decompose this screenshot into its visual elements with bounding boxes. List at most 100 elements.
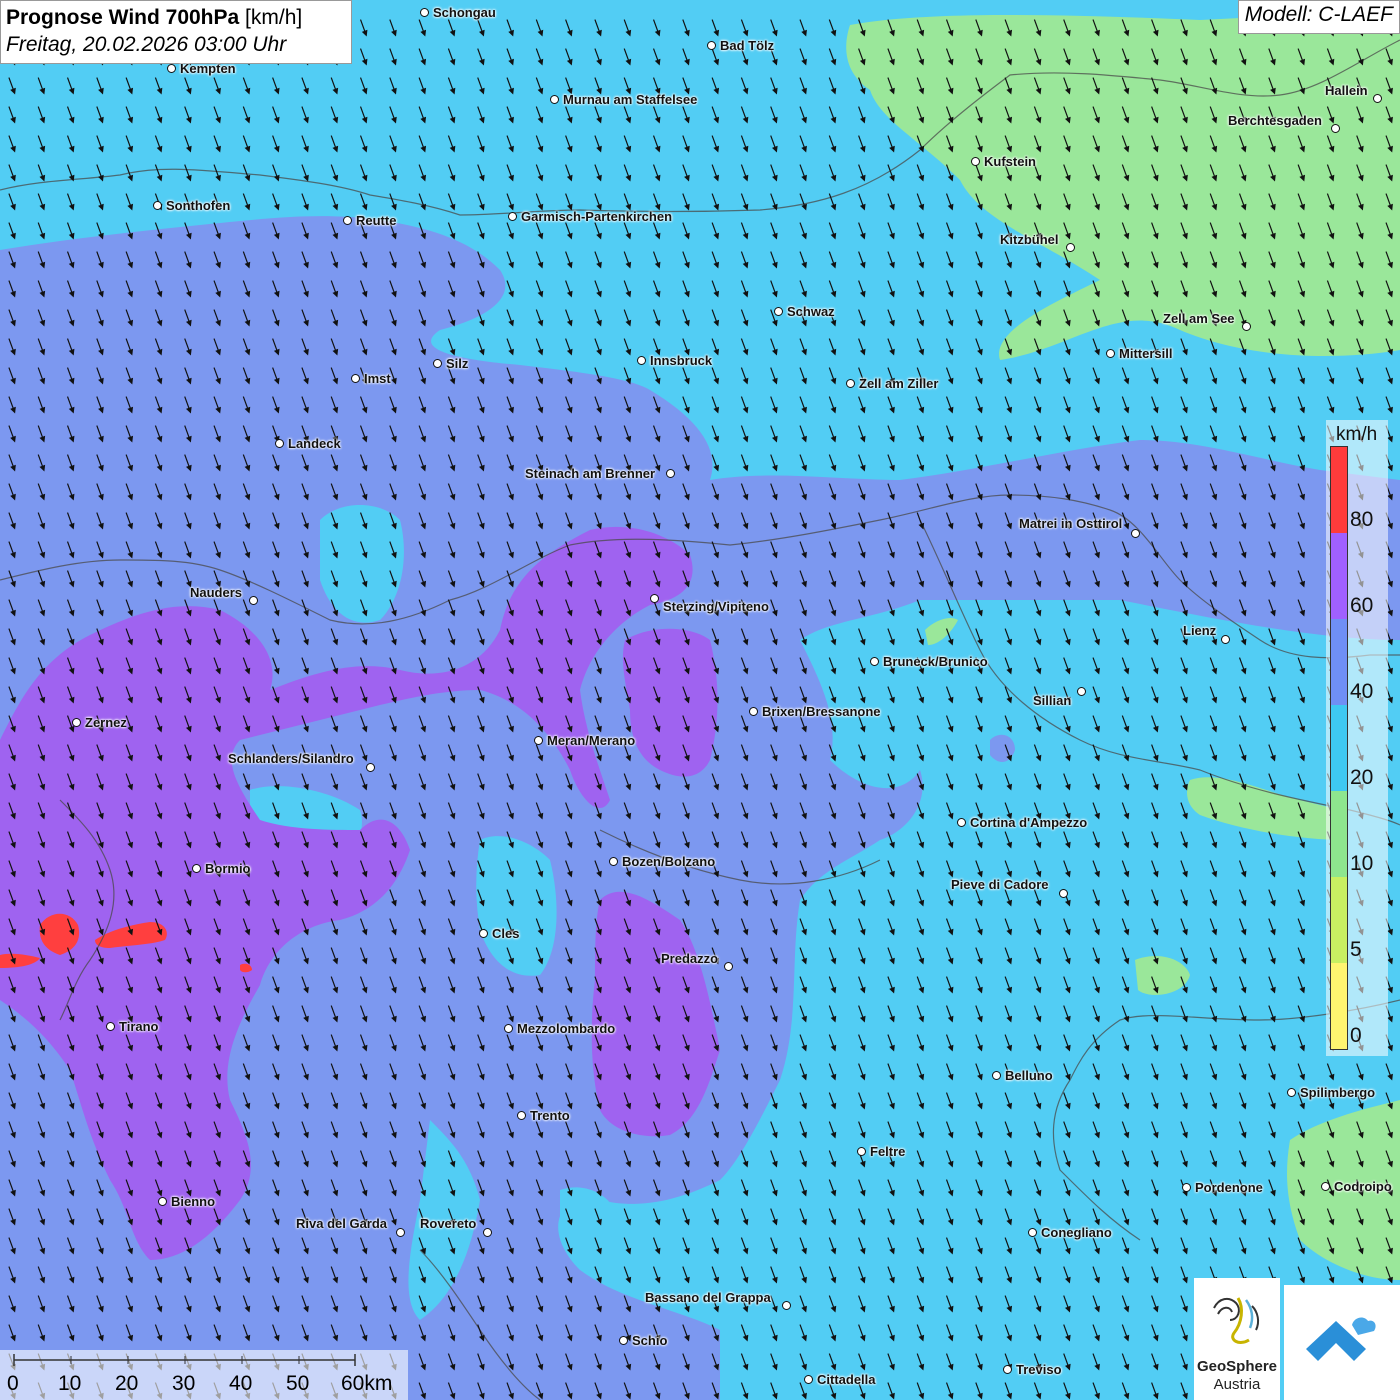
legend-tick-10: 10: [1350, 852, 1374, 875]
city-marker[interactable]: [534, 736, 543, 745]
city-marker[interactable]: [724, 962, 733, 971]
city-marker[interactable]: [1003, 1365, 1012, 1374]
city-marker[interactable]: [870, 657, 879, 666]
city-marker[interactable]: [483, 1228, 492, 1237]
city-marker[interactable]: [1242, 322, 1251, 331]
city-marker[interactable]: [351, 374, 360, 383]
geosphere-logo-text: GeoSphere: [1196, 1358, 1278, 1375]
legend-color-bar: [1330, 446, 1348, 1050]
city-marker[interactable]: [1059, 889, 1068, 898]
geosphere-logo[interactable]: GeoSphere Austria: [1194, 1278, 1280, 1400]
city-marker[interactable]: [650, 594, 659, 603]
city-label-kempten: Kempten: [180, 61, 236, 76]
city-label-mezzolombardo: Mezzolombardo: [517, 1021, 616, 1036]
city-label-cortina: Cortina d'Ampezzo: [970, 815, 1088, 830]
map-title-unit: [km/h]: [245, 6, 303, 29]
city-label-silz: Silz: [446, 356, 469, 371]
legend-swatch-purple: [1331, 533, 1347, 619]
city-marker[interactable]: [1066, 243, 1075, 252]
city-marker[interactable]: [992, 1071, 1001, 1080]
city-marker[interactable]: [1182, 1183, 1191, 1192]
city-label-reutte: Reutte: [356, 213, 397, 228]
legend-swatch-blue: [1331, 619, 1347, 705]
city-label-lienz: Lienz: [1183, 623, 1217, 638]
city-marker[interactable]: [275, 439, 284, 448]
city-marker[interactable]: [1131, 529, 1140, 538]
legend-swatch-green: [1331, 791, 1347, 877]
city-marker[interactable]: [72, 718, 81, 727]
city-marker[interactable]: [1373, 94, 1382, 103]
scale-label-20: 20: [115, 1372, 139, 1395]
city-label-bienno: Bienno: [171, 1194, 216, 1209]
city-marker[interactable]: [609, 857, 618, 866]
city-label-codroipo: Codroipo: [1334, 1179, 1392, 1194]
city-label-brixen: Brixen/Bressanone: [762, 704, 881, 719]
city-label-meran: Meran/Merano: [547, 733, 636, 748]
legend-tick-60: 60: [1350, 594, 1374, 617]
legend-swatch-lime: [1331, 877, 1347, 963]
city-marker[interactable]: [420, 8, 429, 17]
city-label-bad-toelz: Bad Tölz: [720, 38, 775, 53]
city-marker[interactable]: [1028, 1228, 1037, 1237]
city-marker[interactable]: [479, 929, 488, 938]
scale-label-30: 30: [172, 1372, 196, 1395]
city-marker[interactable]: [366, 763, 375, 772]
app-logo[interactable]: [1284, 1285, 1400, 1400]
city-label-schongau: Schongau: [433, 5, 496, 20]
city-marker[interactable]: [167, 64, 176, 73]
city-label-mittersill: Mittersill: [1119, 346, 1173, 361]
city-marker[interactable]: [804, 1375, 813, 1384]
geosphere-logo-subtext: Austria: [1213, 1376, 1261, 1393]
city-label-rovereto: Rovereto: [420, 1216, 477, 1231]
city-label-schio: Schio: [632, 1333, 668, 1348]
city-label-imst: Imst: [364, 371, 391, 386]
city-marker[interactable]: [666, 469, 675, 478]
legend-swatch-yellow: [1331, 963, 1347, 1049]
city-marker[interactable]: [508, 212, 517, 221]
city-marker[interactable]: [249, 596, 258, 605]
city-marker[interactable]: [158, 1197, 167, 1206]
city-marker[interactable]: [153, 201, 162, 210]
legend-tick-80: 80: [1350, 508, 1374, 531]
map-datetime: Freitag, 20.02.2026 03:00 Uhr: [6, 33, 287, 56]
city-label-predazzo: Predazzo: [661, 951, 719, 966]
city-marker[interactable]: [396, 1228, 405, 1237]
city-marker[interactable]: [1106, 349, 1115, 358]
city-label-belluno: Belluno: [1005, 1068, 1053, 1083]
city-marker[interactable]: [517, 1111, 526, 1120]
city-marker[interactable]: [957, 818, 966, 827]
city-marker[interactable]: [192, 864, 201, 873]
city-label-sillian: Sillian: [1033, 693, 1072, 708]
city-marker[interactable]: [971, 157, 980, 166]
city-marker[interactable]: [106, 1022, 115, 1031]
city-label-schwaz: Schwaz: [787, 304, 835, 319]
scale-label-60km: 60km: [341, 1372, 393, 1395]
city-marker[interactable]: [782, 1301, 791, 1310]
city-marker[interactable]: [343, 216, 352, 225]
city-marker[interactable]: [504, 1024, 513, 1033]
city-marker[interactable]: [707, 41, 716, 50]
city-marker[interactable]: [846, 379, 855, 388]
city-marker[interactable]: [857, 1147, 866, 1156]
city-marker[interactable]: [637, 356, 646, 365]
city-label-tirano: Tirano: [119, 1019, 159, 1034]
scale-label-0: 0: [7, 1372, 19, 1395]
city-marker[interactable]: [433, 359, 442, 368]
city-label-cittadella: Cittadella: [817, 1372, 876, 1387]
city-label-cles: Cles: [492, 926, 520, 941]
legend-tick-40: 40: [1350, 680, 1374, 703]
city-marker[interactable]: [1321, 1182, 1330, 1191]
scale-label-40: 40: [229, 1372, 253, 1395]
city-marker[interactable]: [550, 95, 559, 104]
city-marker[interactable]: [774, 307, 783, 316]
city-marker[interactable]: [749, 707, 758, 716]
city-marker[interactable]: [1077, 687, 1086, 696]
map-title-main: Prognose Wind 700hPa: [6, 6, 240, 29]
city-marker[interactable]: [1331, 124, 1340, 133]
city-marker[interactable]: [619, 1336, 628, 1345]
city-label-sterzing: Sterzing/Vipiteno: [663, 599, 769, 614]
city-marker[interactable]: [1221, 635, 1230, 644]
city-label-treviso: Treviso: [1016, 1362, 1062, 1377]
city-marker[interactable]: [1287, 1088, 1296, 1097]
city-label-landeck: Landeck: [288, 436, 341, 451]
